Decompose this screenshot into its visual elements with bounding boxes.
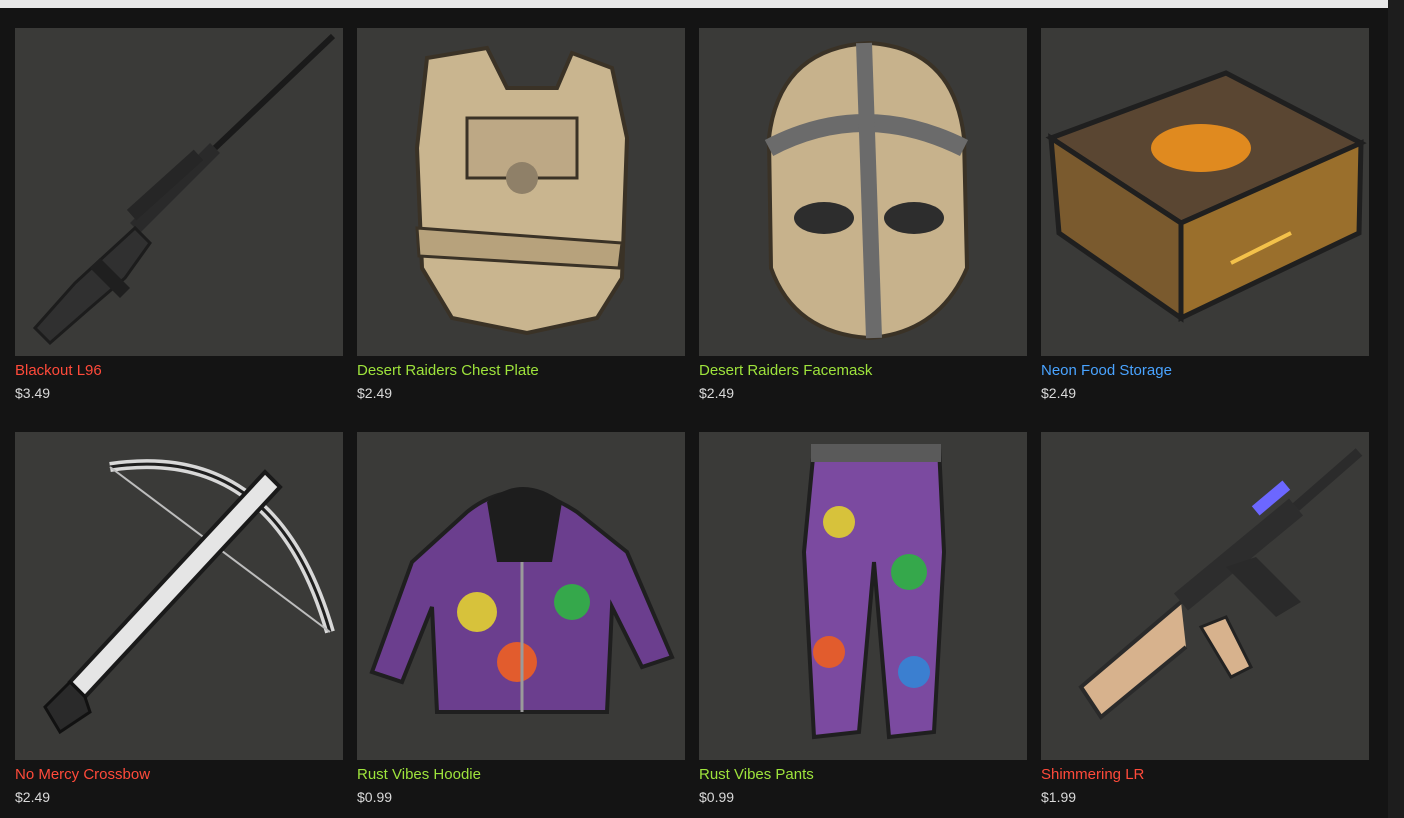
item-price: $2.49: [1041, 385, 1077, 401]
storage-box-icon: [1045, 70, 1367, 323]
item-name[interactable]: Rust Vibes Pants: [699, 766, 814, 783]
item-price: $2.49: [15, 789, 51, 805]
item-name[interactable]: Desert Raiders Facemask: [699, 362, 872, 379]
crossbow-icon: [43, 459, 335, 735]
item-thumbnail[interactable]: [699, 28, 1027, 356]
scrollbar-track[interactable]: [1388, 0, 1404, 818]
item-card-rust-vibes-hoodie[interactable]: Rust Vibes Hoodie $0.99: [357, 432, 685, 812]
item-card-neon-food-storage[interactable]: Neon Food Storage $2.49: [1041, 28, 1369, 408]
item-price: $2.49: [357, 385, 393, 401]
item-name[interactable]: Rust Vibes Hoodie: [357, 766, 481, 783]
item-card-blackout-l96[interactable]: Blackout L96 $3.49: [15, 28, 343, 408]
item-thumbnail[interactable]: [1041, 432, 1369, 760]
hoodie-icon: [369, 487, 675, 714]
item-card-no-mercy-crossbow[interactable]: No Mercy Crossbow $2.49: [15, 432, 343, 812]
item-card-desert-raiders-facemask[interactable]: Desert Raiders Facemask $2.49: [699, 28, 1027, 408]
item-price: $0.99: [357, 789, 393, 805]
item-name[interactable]: Neon Food Storage: [1041, 362, 1172, 379]
item-card-desert-raiders-chest-plate[interactable]: Desert Raiders Chest Plate $2.49: [357, 28, 685, 408]
pants-icon: [801, 444, 947, 740]
facemask-icon: [764, 40, 970, 341]
item-price: $3.49: [15, 385, 51, 401]
item-grid: Blackout L96 $3.49 Desert Raiders Chest …: [0, 0, 1388, 818]
assault-rifle-icon: [1078, 448, 1363, 720]
item-price: $0.99: [699, 789, 735, 805]
item-name[interactable]: Desert Raiders Chest Plate: [357, 362, 539, 379]
item-thumbnail[interactable]: [699, 432, 1027, 760]
item-price: $1.99: [1041, 789, 1077, 805]
chest-plate-icon: [414, 45, 630, 336]
item-name[interactable]: No Mercy Crossbow: [15, 766, 150, 783]
item-name[interactable]: Shimmering LR: [1041, 766, 1144, 783]
item-card-rust-vibes-pants[interactable]: Rust Vibes Pants $0.99: [699, 432, 1027, 812]
item-card-shimmering-lr[interactable]: Shimmering LR $1.99: [1041, 432, 1369, 812]
item-thumbnail[interactable]: [357, 432, 685, 760]
item-thumbnail[interactable]: [15, 28, 343, 356]
item-price: $2.49: [699, 385, 735, 401]
item-thumbnail[interactable]: [15, 432, 343, 760]
item-thumbnail[interactable]: [1041, 28, 1369, 356]
item-name[interactable]: Blackout L96: [15, 362, 102, 379]
item-thumbnail[interactable]: [357, 28, 685, 356]
sniper-rifle-icon: [32, 33, 336, 346]
